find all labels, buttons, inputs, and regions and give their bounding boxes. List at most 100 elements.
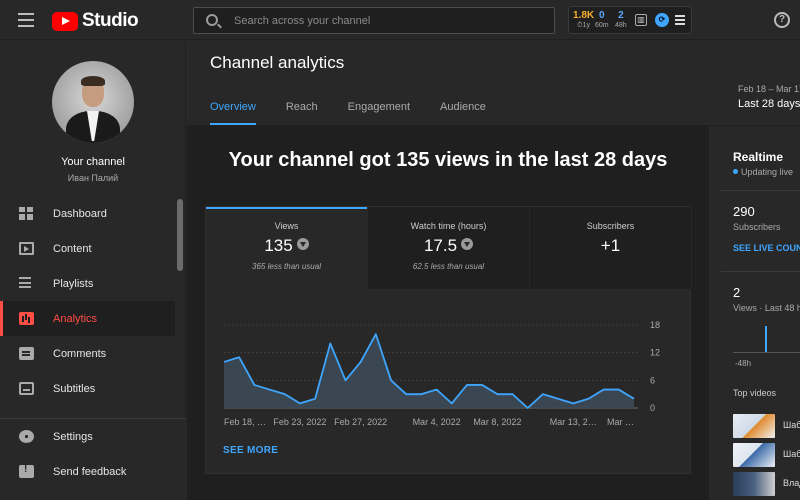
sidebar-scrollbar[interactable] — [177, 199, 183, 271]
metric-value: +1 — [530, 236, 691, 256]
tab-overview[interactable]: Overview — [210, 101, 256, 125]
realtime-status: Updating live — [733, 167, 793, 177]
metric-views[interactable]: Views 135 365 less than usual — [206, 207, 368, 289]
analytics-icon — [19, 312, 34, 325]
top-header: Studio 1.8K ⏱1y 0 60m 2 48h ▥ ⟳ ? — [0, 0, 800, 40]
realtime-bar — [765, 326, 767, 352]
search-input[interactable] — [234, 12, 534, 30]
realtime-title: Realtime — [733, 150, 784, 164]
see-live-count-link[interactable]: SEE LIVE COUNT — [733, 243, 800, 253]
y-tick-label: 0 — [650, 403, 655, 413]
divider — [721, 190, 800, 191]
x-tick-label: Mar 8, 2022 — [473, 417, 521, 427]
arrow-down-icon — [296, 238, 309, 250]
ext-stat-3: 2 48h — [615, 10, 627, 29]
ext-stat-1-label: ⏱1y — [577, 22, 590, 29]
metric-tabs: Views 135 365 less than usual Watch time… — [206, 207, 692, 289]
sidebar-item-settings[interactable]: Settings — [0, 419, 186, 454]
comment-icon — [19, 347, 34, 360]
metric-note: 365 less than usual — [252, 262, 321, 271]
overview-content: Your channel got 135 views in the last 2… — [187, 126, 709, 500]
metric-note: 62.5 less than usual — [412, 262, 485, 271]
metric-label: Subscribers — [586, 221, 635, 231]
x-tick-label: Feb 27, 2022 — [334, 417, 387, 427]
analytics-tabs: Overview Reach Engagement Audience — [210, 101, 516, 125]
studio-logo[interactable]: Studio — [52, 10, 139, 32]
ext-menu-icon[interactable] — [675, 15, 685, 25]
tab-reach[interactable]: Reach — [286, 101, 318, 125]
x-tick-label: Mar 4, 2022 — [413, 417, 461, 427]
channel-name: Иван Палий — [67, 173, 119, 183]
sidebar-item-label: Playlists — [53, 277, 94, 290]
sidebar: Your channel Иван Палий Dashboard Conten… — [0, 41, 186, 500]
realtime-subscribers-value: 290 — [733, 204, 755, 219]
sidebar-item-label: Comments — [53, 347, 107, 360]
video-thumbnail — [733, 414, 775, 438]
ext-stat-2: 0 60m — [595, 10, 609, 29]
see-more-link[interactable]: SEE MORE — [223, 445, 278, 456]
extension-logo-icon[interactable]: ⟳ — [655, 13, 669, 27]
sidebar-item-label: Content — [53, 242, 92, 255]
avatar-hair — [81, 76, 105, 86]
metric-subscribers[interactable]: Subscribers +1 — [530, 207, 692, 289]
video-title: Влад — [783, 478, 800, 488]
sidebar-item-label: Analytics — [53, 312, 98, 325]
metrics-card: Views 135 365 less than usual Watch time… — [205, 206, 692, 474]
x-tick-label: Feb 18, … — [224, 417, 266, 427]
date-range-text: Feb 18 – Mar 17, 2022 — [738, 84, 800, 94]
tab-audience[interactable]: Audience — [440, 101, 486, 125]
y-tick-label: 12 — [650, 348, 660, 358]
x-tick-label: Mar … — [607, 417, 634, 427]
video-title: Шаб — [783, 420, 800, 430]
top-video-item[interactable]: Влад — [733, 472, 800, 496]
tab-engagement[interactable]: Engagement — [348, 101, 410, 125]
realtime-views-value: 2 — [733, 285, 741, 300]
date-range-label: Last 28 days — [738, 98, 800, 110]
sidebar-item-label: Subtitles — [53, 382, 96, 395]
divider — [721, 271, 800, 272]
x-tick-label: Feb 23, 2022 — [273, 417, 326, 427]
sidebar-item-content[interactable]: Content — [0, 231, 175, 266]
sidebar-item-subtitles[interactable]: Subtitles — [0, 371, 175, 406]
sidebar-item-label: Dashboard — [53, 207, 107, 220]
search-box[interactable] — [193, 7, 555, 34]
sidebar-item-comments[interactable]: Comments — [0, 336, 175, 371]
sidebar-item-feedback[interactable]: Send feedback — [0, 454, 186, 489]
date-range-picker[interactable]: Feb 18 – Mar 17, 2022 Last 28 days — [738, 84, 800, 110]
sidebar-item-dashboard[interactable]: Dashboard — [0, 196, 175, 231]
content-icon — [19, 242, 34, 255]
dashboard-icon — [19, 207, 34, 220]
metric-value-text: 17.5 — [423, 236, 458, 255]
youtube-logo-icon — [52, 11, 78, 31]
y-tick-label: 6 — [650, 375, 655, 385]
metric-label: Watch time (hours) — [410, 221, 487, 231]
top-video-item[interactable]: Шаб — [733, 414, 800, 438]
ext-stat-1: 1.8K ⏱1y — [573, 10, 594, 30]
ext-stat-3-value: 2 — [618, 10, 624, 21]
extension-widget[interactable]: 1.8K ⏱1y 0 60m 2 48h ▥ ⟳ — [568, 6, 692, 34]
top-video-item[interactable]: Шаб — [733, 443, 800, 467]
views-headline: Your channel got 135 views in the last 2… — [228, 149, 668, 171]
sidebar-item-playlists[interactable]: Playlists — [0, 266, 175, 301]
gear-icon — [19, 430, 34, 443]
realtime-panel: Realtime Updating live 290 Subscribers S… — [721, 138, 800, 500]
metric-watch-time[interactable]: Watch time (hours) 17.5 62.5 less than u… — [368, 207, 530, 289]
channel-avatar[interactable] — [52, 61, 134, 143]
video-thumbnail — [733, 443, 775, 467]
help-icon[interactable]: ? — [774, 12, 790, 28]
video-title: Шаб — [783, 449, 800, 459]
metric-value-text: +1 — [600, 236, 621, 255]
views-chart[interactable]: 0 6 12 18 Feb 18, … Feb 23, 2022 Feb 27, 2022 M… — [224, 317, 684, 437]
realtime-subscribers-label: Subscribers — [733, 222, 781, 232]
metric-value: 17.5 — [368, 236, 529, 256]
sidebar-item-label: Send feedback — [53, 465, 127, 478]
realtime-axis-label: -48h — [735, 359, 752, 368]
x-tick-label: Mar 13, 2… — [550, 417, 597, 427]
top-videos-label: Top videos — [733, 388, 777, 398]
realtime-mini-chart[interactable] — [733, 323, 800, 353]
menu-icon[interactable] — [18, 13, 34, 27]
logo-text: Studio — [82, 10, 139, 31]
playlist-icon — [19, 277, 34, 290]
chart-icon[interactable]: ▥ — [635, 14, 647, 26]
sidebar-item-analytics[interactable]: Analytics — [0, 301, 175, 336]
